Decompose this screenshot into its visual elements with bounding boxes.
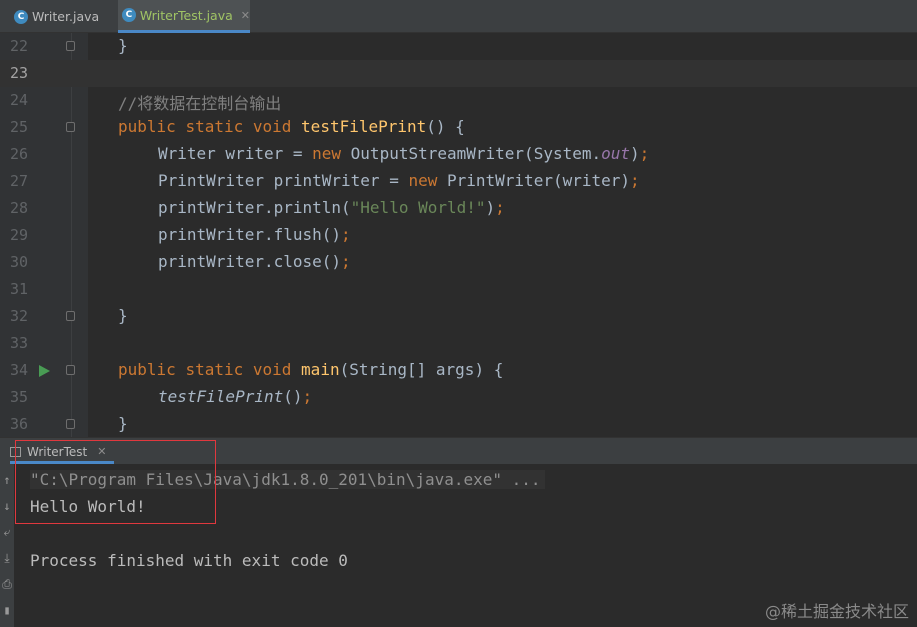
trash-icon[interactable]: ▮ (1, 604, 13, 616)
line-number: 22 (9, 37, 28, 55)
watermark: @稀土掘金技术社区 (764, 602, 909, 621)
code-text: } (118, 306, 128, 325)
editor-tab-bar: C Writer.java C WriterTest.java ✕ (0, 0, 917, 33)
code-editor[interactable]: 22 } 23 24 //将数据在控制台输出 25 public static … (0, 33, 917, 437)
line-number: 30 (9, 253, 28, 271)
line-number: 28 (9, 199, 28, 217)
console-exit-message: Process finished with exit code 0 (30, 551, 348, 570)
code-text: printWriter.println("Hello World!"); (158, 198, 505, 217)
line-number: 33 (9, 334, 28, 352)
line-number: 31 (9, 280, 28, 298)
up-arrow-icon[interactable]: ↑ (1, 474, 13, 486)
code-text: } (118, 36, 128, 55)
line-number: 29 (9, 226, 28, 244)
code-text: testFilePrint(); (158, 387, 313, 406)
line-number: 23 (9, 64, 28, 82)
code-line: 32 } (0, 303, 917, 330)
code-text: } (118, 414, 128, 433)
fold-icon[interactable] (66, 419, 75, 429)
line-number: 32 (9, 307, 28, 325)
tab-writertest-java[interactable]: C WriterTest.java ✕ (118, 0, 250, 33)
code-text: public static void testFilePrint() { (118, 117, 465, 136)
code-line: 28 printWriter.println("Hello World!"); (0, 195, 917, 222)
code-line: 34 public static void main(String[] args… (0, 357, 917, 384)
code-line: 35 testFilePrint(); (0, 384, 917, 411)
code-line: 25 public static void testFilePrint() { (0, 114, 917, 141)
print-icon[interactable]: ⎙ (1, 578, 13, 590)
code-line: 36 } (0, 411, 917, 438)
code-line: 22 } (0, 33, 917, 60)
close-icon[interactable]: ✕ (241, 9, 250, 22)
code-line: 29 printWriter.flush(); (0, 222, 917, 249)
line-number: 35 (9, 388, 28, 406)
code-text: public static void main(String[] args) { (118, 360, 504, 379)
line-number: 36 (9, 415, 28, 433)
code-line: 30 printWriter.close(); (0, 249, 917, 276)
tab-writer-java[interactable]: C Writer.java (10, 0, 114, 33)
code-line: 24 //将数据在控制台输出 (0, 87, 917, 114)
tab-label: WriterTest.java (139, 7, 233, 23)
fold-icon[interactable] (66, 311, 75, 321)
code-text: printWriter.close(); (158, 252, 351, 271)
scroll-to-end-icon[interactable]: ⤓ (1, 552, 13, 564)
code-line: 27 PrintWriter printWriter = new PrintWr… (0, 168, 917, 195)
code-line-current: 23 (0, 60, 917, 87)
code-line: 31 (0, 276, 917, 303)
line-number: 24 (9, 91, 28, 109)
line-number: 27 (9, 172, 28, 190)
console-toolbar: ↑ ↓ ⤶ ⤓ ⎙ ▮ (0, 464, 14, 627)
line-number: 34 (9, 361, 28, 379)
tab-label: Writer.java (32, 9, 100, 24)
line-number: 26 (9, 145, 28, 163)
line-number: 25 (9, 118, 28, 136)
code-line: 33 (0, 330, 917, 357)
fold-icon[interactable] (66, 41, 75, 51)
code-comment: //将数据在控制台输出 (118, 94, 282, 113)
java-class-icon: C (14, 9, 28, 24)
run-icon[interactable] (39, 365, 50, 377)
annotation-box (15, 440, 216, 524)
code-text: PrintWriter printWriter = new PrintWrite… (158, 171, 640, 190)
down-arrow-icon[interactable]: ↓ (1, 500, 13, 512)
fold-icon[interactable] (66, 365, 75, 375)
java-class-icon: C (122, 8, 136, 22)
code-text: printWriter.flush(); (158, 225, 351, 244)
fold-icon[interactable] (66, 122, 75, 132)
soft-wrap-icon[interactable]: ⤶ (1, 526, 13, 538)
code-line: 26 Writer writer = new OutputStreamWrite… (0, 141, 917, 168)
code-text: Writer writer = new OutputStreamWriter(S… (158, 144, 650, 163)
